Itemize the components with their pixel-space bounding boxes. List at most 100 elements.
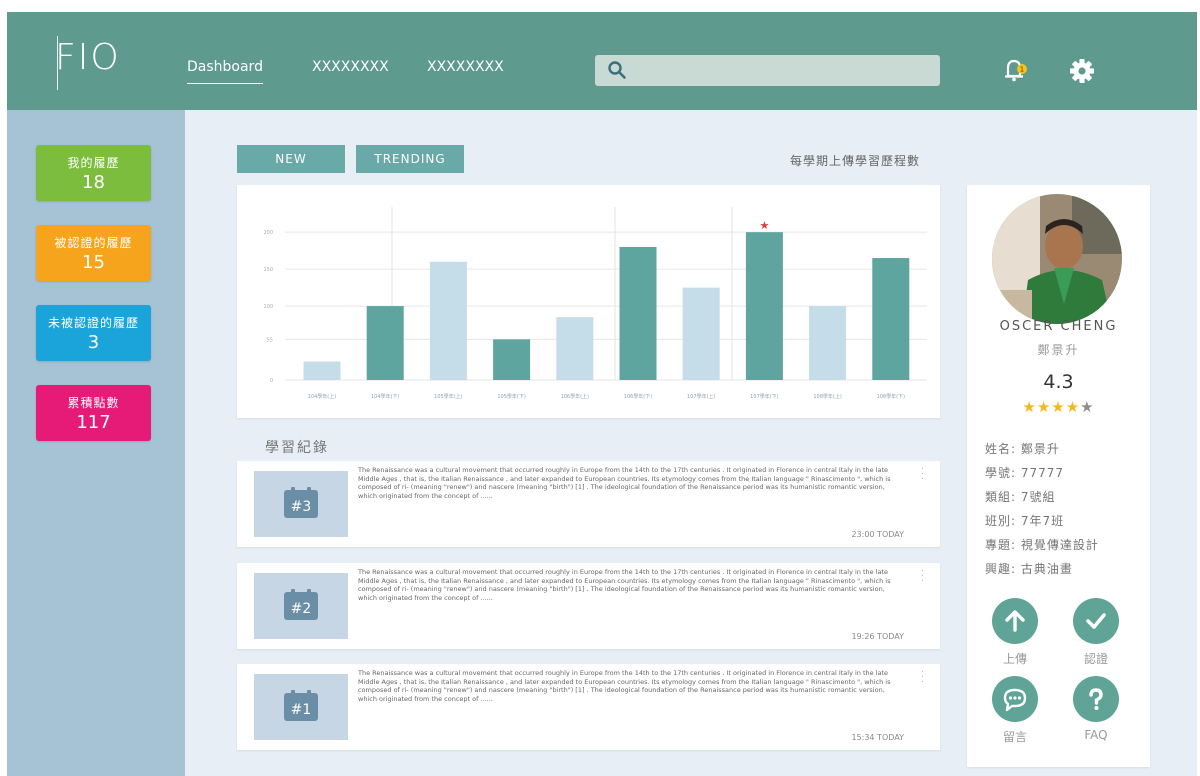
stat-value: 3 (87, 332, 100, 353)
star-icon: ★ (1022, 398, 1037, 416)
bar[interactable] (809, 306, 847, 380)
star-icon: ★ (1051, 398, 1066, 416)
profile-card: OSCER CHENG 鄭景升 4.3 ★★★★★ 姓名: 鄭景升 學號: 77… (967, 185, 1150, 767)
comment-label: 留言 (1002, 730, 1027, 744)
x-tick-label: 106學年(下) (624, 393, 652, 400)
faq-button[interactable]: FAQ (1066, 676, 1126, 742)
info-project: 專題: 視覺傳達設計 (985, 538, 1099, 552)
search-input[interactable] (595, 55, 940, 86)
stat-uncertified[interactable]: 未被認證的履歷 3 (36, 305, 151, 361)
info-class: 班別: 7年7班 (985, 514, 1065, 528)
bar[interactable] (429, 261, 467, 380)
y-tick-label: 55 (267, 337, 273, 343)
record-number: #1 (291, 702, 312, 718)
tab-trending[interactable]: TRENDING (356, 145, 464, 173)
record-time: 19:26 TODAY (851, 632, 904, 641)
question-icon (1089, 688, 1103, 710)
stat-value: 117 (76, 412, 111, 433)
info-name: 姓名: 鄭景升 (985, 442, 1060, 456)
x-tick-label: 104學年(下) (371, 393, 399, 400)
nav-item-3[interactable]: XXXXXXXX (427, 59, 504, 75)
calendar-icon: #3 (284, 487, 318, 518)
record-card[interactable]: #3 The Renaissance was a cultural moveme… (237, 461, 940, 547)
record-number: #3 (291, 499, 312, 515)
record-number: #2 (291, 601, 312, 617)
upload-button[interactable]: 上傳 (985, 598, 1045, 667)
bar[interactable] (682, 287, 720, 380)
avatar-photo (992, 194, 1122, 324)
bar[interactable] (619, 246, 657, 380)
top-bar: FIO Dashboard XXXXXXXX XXXXXXXX 1 (7, 12, 1197, 110)
stat-value: 18 (82, 172, 105, 193)
stat-label: 未被認證的履歷 (47, 316, 139, 330)
info-group: 類組: 7號組 (985, 490, 1056, 504)
y-tick-label: 0 (270, 378, 273, 384)
app-window: FIO Dashboard XXXXXXXX XXXXXXXX 1 我的履歷 1… (7, 12, 1197, 776)
more-menu-icon[interactable]: · · · (921, 567, 924, 587)
notification-badge: 1 (1020, 66, 1024, 74)
faq-label: FAQ (1084, 728, 1108, 742)
bar[interactable] (303, 361, 341, 380)
bell-icon[interactable]: 1 (1001, 56, 1029, 84)
record-time: 23:00 TODAY (851, 530, 904, 539)
chart-title-link[interactable]: 每學期上傳學習歷程數 (790, 152, 920, 169)
bar[interactable] (556, 317, 594, 380)
record-text: The Renaissance was a cultural movement … (358, 568, 891, 603)
x-tick-label: 106學年(上) (561, 393, 589, 400)
record-card[interactable]: #2 The Renaissance was a cultural moveme… (237, 563, 940, 649)
chat-bubble-icon (1003, 688, 1027, 712)
star-icon: ★ (1036, 398, 1052, 416)
calendar-icon: #1 (284, 690, 318, 721)
check-icon (1086, 613, 1106, 629)
star-empty-icon: ★ (1080, 398, 1095, 416)
x-tick-label: 105學年(下) (497, 393, 525, 400)
x-tick-label: 108學年(上) (813, 393, 841, 400)
gear-icon[interactable] (1069, 58, 1095, 84)
bar[interactable] (872, 258, 910, 380)
stat-certified[interactable]: 被認證的履歷 15 (36, 225, 151, 281)
upload-label: 上傳 (1002, 652, 1027, 666)
x-tick-label: 105學年(上) (434, 393, 462, 400)
info-interest: 興趣: 古典油畫 (985, 562, 1073, 576)
info-student-id: 學號: 77777 (985, 466, 1065, 480)
certify-button[interactable]: 認證 (1066, 598, 1126, 667)
bar[interactable] (745, 232, 783, 380)
stat-points[interactable]: 累積點數 117 (36, 385, 151, 441)
y-tick-label: 150 (263, 267, 273, 273)
x-tick-label: 108學年(下) (877, 393, 905, 400)
avatar[interactable] (992, 194, 1122, 324)
x-tick-label: 107學年(下) (750, 393, 778, 400)
y-tick-label: 100 (263, 304, 273, 310)
logo[interactable]: FIO (55, 40, 121, 76)
more-menu-icon[interactable]: · · · (921, 465, 924, 485)
rating-value: 4.3 (1043, 371, 1074, 393)
bar[interactable] (493, 339, 531, 380)
record-time: 15:34 TODAY (851, 733, 904, 742)
comment-button[interactable]: 留言 (985, 676, 1045, 745)
stat-label: 被認證的履歷 (54, 236, 133, 250)
stat-label: 我的履歷 (67, 156, 120, 170)
nav-item-2[interactable]: XXXXXXXX (312, 59, 389, 75)
bar-chart: 0 55 100 150 200 104學年(上) 104學年(下) 105學年(上) 105學… (263, 207, 927, 400)
record-thumbnail: #2 (254, 573, 348, 639)
search-icon (608, 61, 626, 79)
star-icon: ★ (1065, 398, 1081, 416)
stat-my-resumes[interactable]: 我的履歷 18 (36, 145, 151, 201)
profile-name-cn: 鄭景升 (1037, 343, 1080, 357)
x-tick-label: 104學年(上) (308, 393, 336, 400)
more-menu-icon[interactable]: · · · (921, 668, 924, 688)
certify-label: 認證 (1083, 652, 1108, 666)
upload-arrow-icon (1005, 610, 1025, 632)
nav-dashboard[interactable]: Dashboard (187, 59, 263, 84)
profile-name-en: OSCER CHENG (999, 319, 1118, 334)
sidebar (7, 110, 185, 776)
y-tick-label: 200 (263, 230, 273, 236)
tab-new[interactable]: NEW (237, 145, 345, 173)
records-title: 學習紀錄 (265, 440, 329, 456)
calendar-icon: #2 (284, 589, 318, 620)
rating-stars: ★★★★★ (967, 398, 1150, 416)
bar[interactable] (366, 306, 404, 380)
stat-value: 15 (82, 252, 105, 273)
record-text: The Renaissance was a cultural movement … (358, 466, 891, 501)
record-card[interactable]: #1 The Renaissance was a cultural moveme… (237, 664, 940, 750)
